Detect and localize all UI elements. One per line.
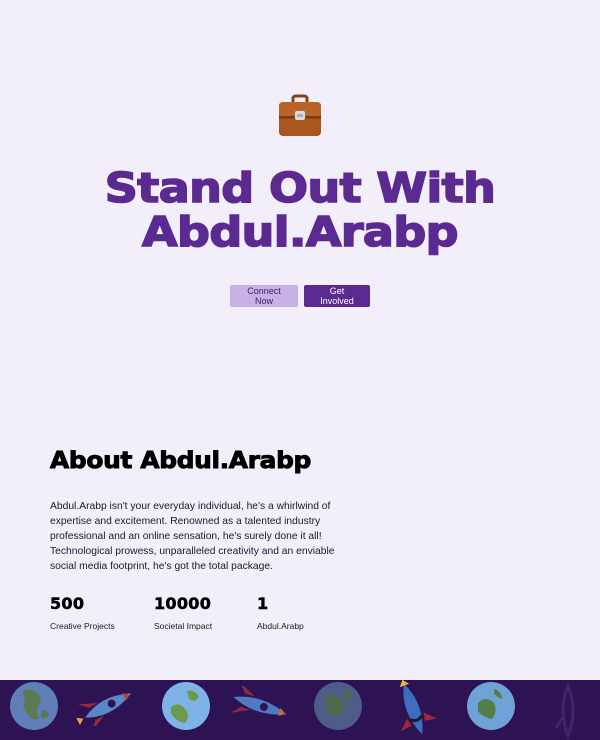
earth-icon [314, 682, 362, 730]
stat-abdul: 1 Abdul.Arabp [257, 594, 357, 631]
rocket-icon [76, 693, 132, 726]
briefcase-icon [279, 94, 321, 136]
stat-societal-impact: 10000 Societal Impact [154, 594, 254, 631]
stat-value: 10000 [154, 594, 212, 614]
stat-label: Societal Impact [154, 621, 213, 631]
footer-decor-band [0, 680, 600, 740]
rocket-icon [554, 682, 575, 740]
stat-value: 500 [50, 594, 85, 614]
earth-icon [467, 682, 515, 730]
hero-actions: Connect Now Get Involved [0, 285, 600, 307]
about-title: About Abdul.Arabp [50, 448, 312, 475]
hero-title-line2: Abdul.Arabp [141, 208, 459, 256]
stat-label: Abdul.Arabp [257, 621, 304, 631]
rocket-icon [399, 680, 436, 735]
hero-title: Stand Out With Abdul.Arabp [0, 164, 600, 256]
hero-title-line1: Stand Out With [104, 164, 497, 212]
stat-label: Creative Projects [50, 621, 115, 631]
get-involved-button[interactable]: Get Involved [304, 285, 370, 307]
connect-now-button[interactable]: Connect Now [230, 285, 298, 307]
stat-value: 1 [257, 594, 269, 614]
hero-section: Stand Out With Abdul.Arabp Connect Now G… [0, 0, 600, 340]
earth-icon [10, 682, 58, 730]
stat-creative-projects: 500 Creative Projects [50, 594, 150, 631]
earth-icon [162, 682, 210, 730]
rocket-icon [230, 686, 287, 716]
about-text: Abdul.Arabp isn't your everyday individu… [50, 501, 335, 572]
